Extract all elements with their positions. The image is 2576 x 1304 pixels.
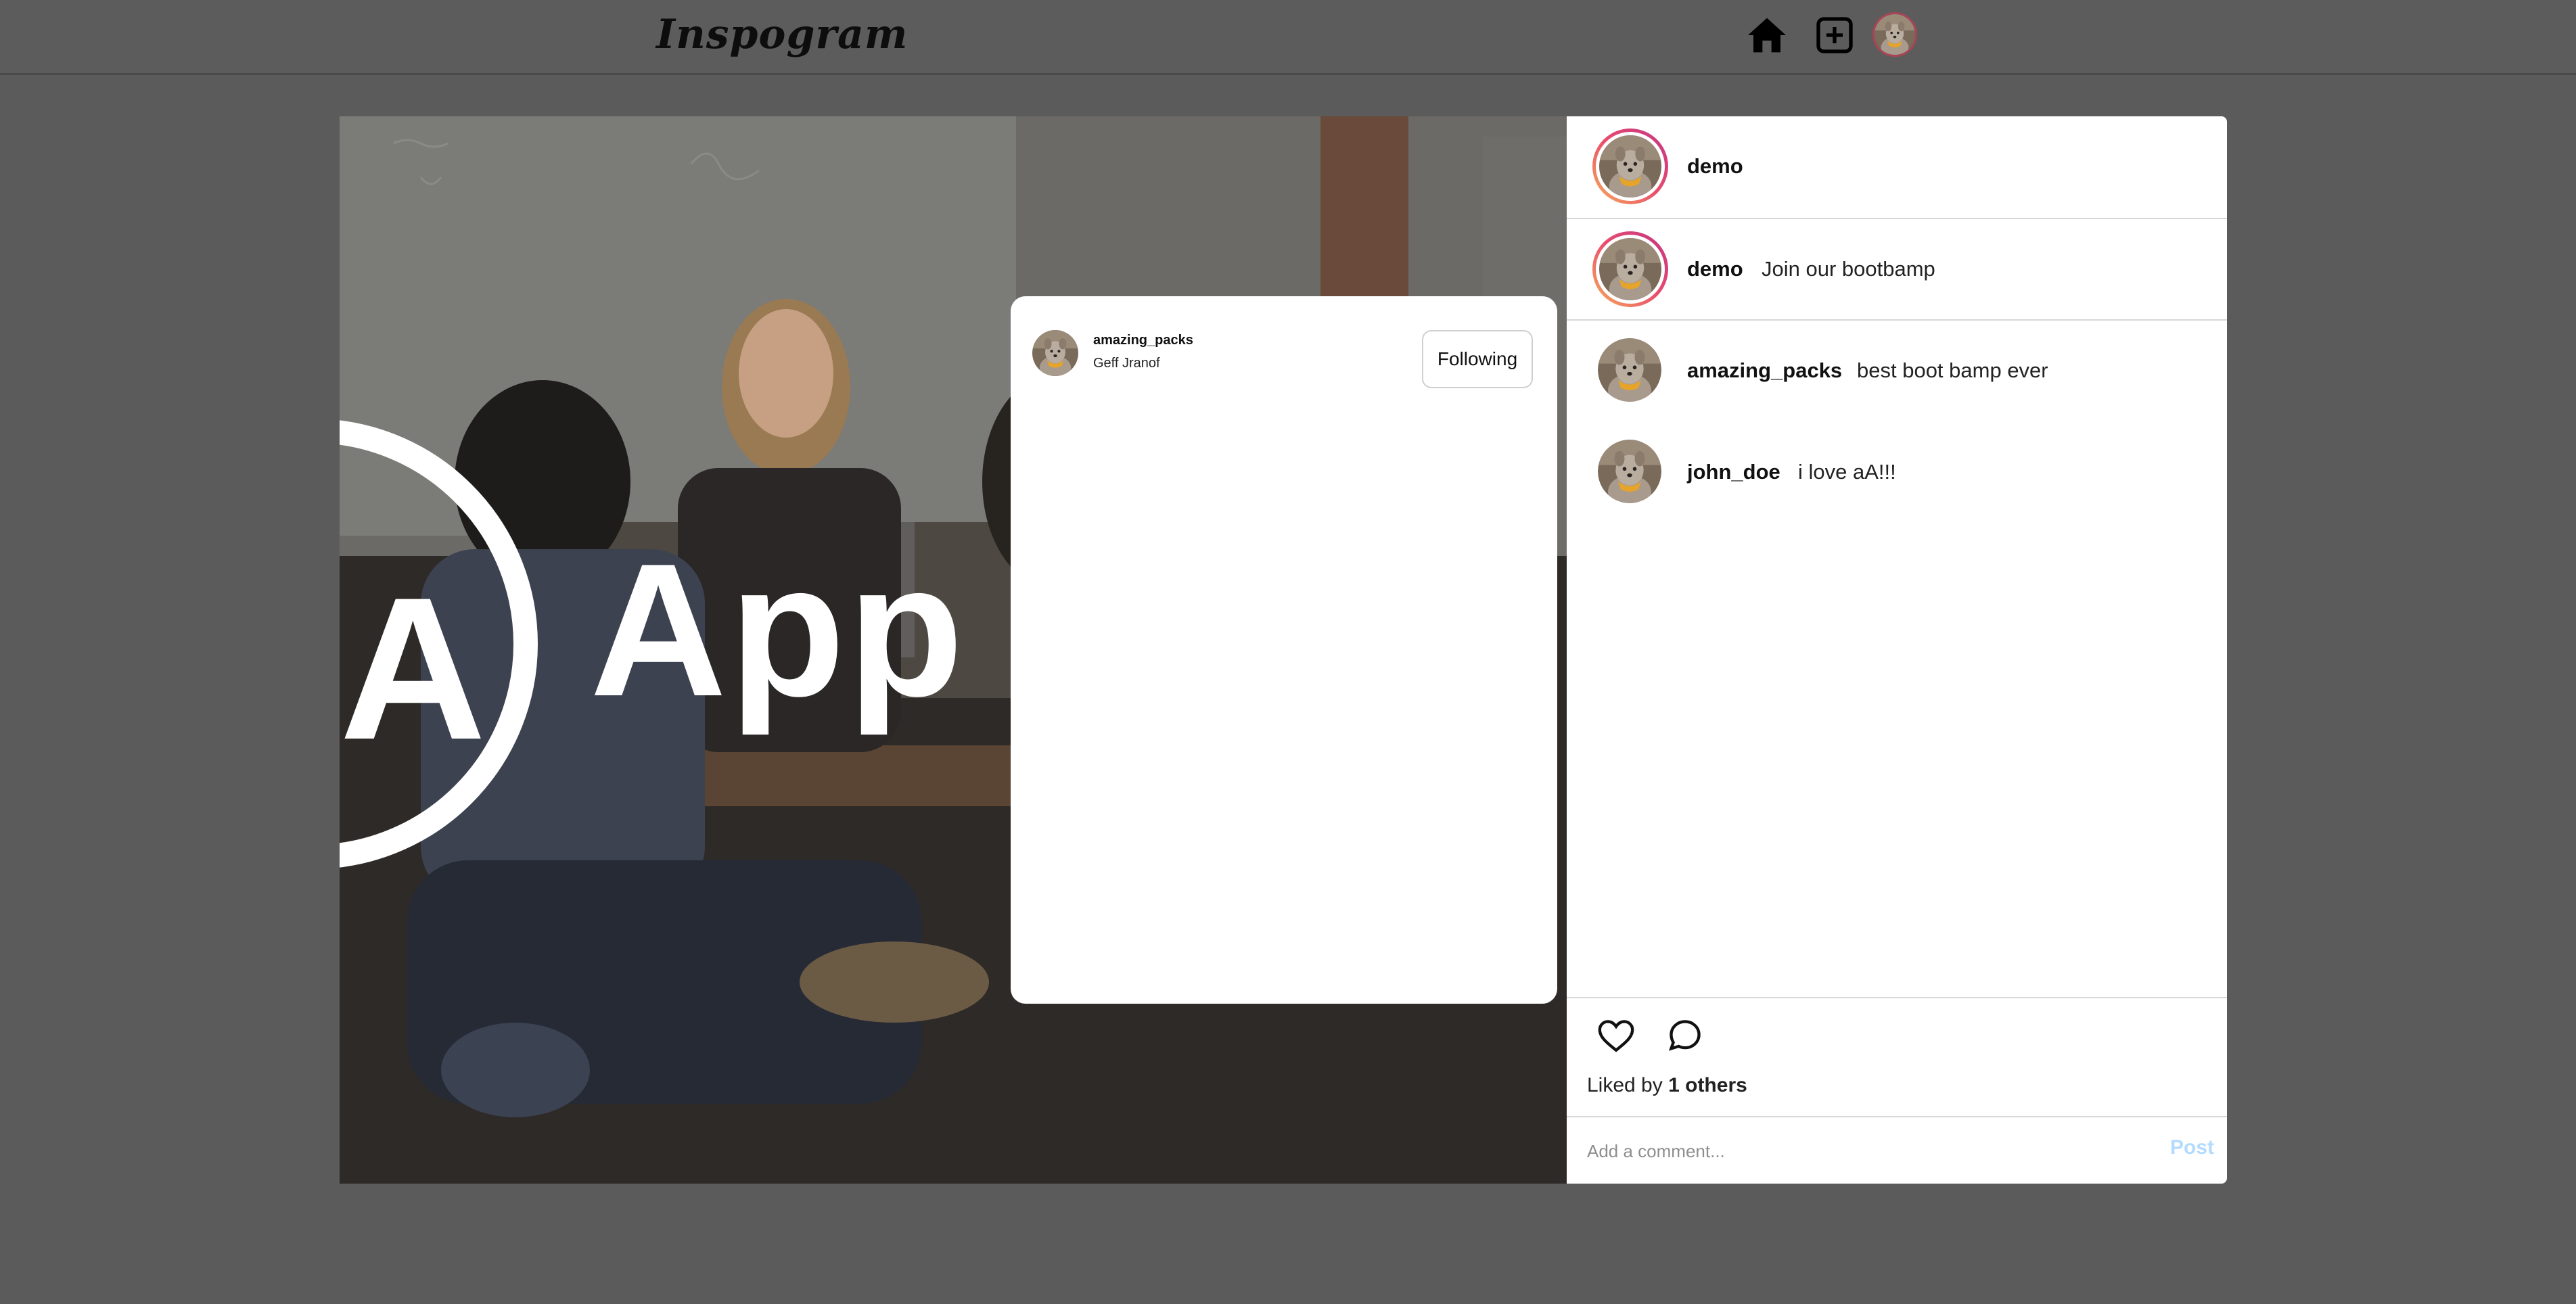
comment-avatar[interactable] — [1598, 440, 1661, 503]
likes-count[interactable]: 1 others — [1668, 1074, 1747, 1096]
caption-avatar[interactable] — [1592, 231, 1668, 307]
author-avatar[interactable] — [1592, 129, 1668, 204]
comment-text: best boot bamp ever — [1857, 358, 2048, 382]
likes-prefix: Liked by — [1587, 1074, 1663, 1096]
add-comment-input[interactable] — [1587, 1136, 2142, 1166]
profile-avatar[interactable] — [1872, 12, 1917, 57]
home-icon[interactable] — [1745, 14, 1789, 57]
post-author-username[interactable]: demo — [1687, 154, 1743, 179]
comment-avatar[interactable] — [1598, 338, 1661, 402]
header-divider — [1567, 218, 2227, 219]
comment-username[interactable]: amazing_packs — [1687, 358, 1842, 383]
comment-bubble-icon[interactable] — [1665, 1016, 1705, 1055]
following-button[interactable]: Following — [1422, 330, 1533, 388]
like-heart-icon[interactable] — [1596, 1016, 1636, 1055]
actions-divider — [1567, 997, 2227, 998]
following-username[interactable]: amazing_packs — [1093, 333, 1193, 348]
top-nav-bar: Inspogram — [0, 0, 2576, 75]
comment-username[interactable]: john_doe — [1687, 460, 1780, 484]
post-comment-button[interactable]: Post — [2170, 1136, 2214, 1159]
following-user-avatar[interactable] — [1032, 330, 1078, 376]
likes-summary: Liked by 1 others — [1587, 1074, 1747, 1097]
add-post-icon[interactable] — [1813, 14, 1856, 57]
caption-text: Join our bootbamp — [1762, 257, 1935, 281]
following-full-name: Geff Jranof — [1093, 356, 1160, 371]
following-modal: amazing_packs Geff Jranof Following — [1011, 296, 1557, 1004]
caption-username[interactable]: demo — [1687, 257, 1743, 281]
caption-divider — [1567, 319, 2227, 321]
svg-text:A: A — [340, 555, 486, 782]
comment-box-divider — [1567, 1116, 2227, 1117]
comment-text: i love aA!!! — [1798, 460, 1896, 484]
app-logo[interactable]: Inspogram — [656, 4, 908, 65]
